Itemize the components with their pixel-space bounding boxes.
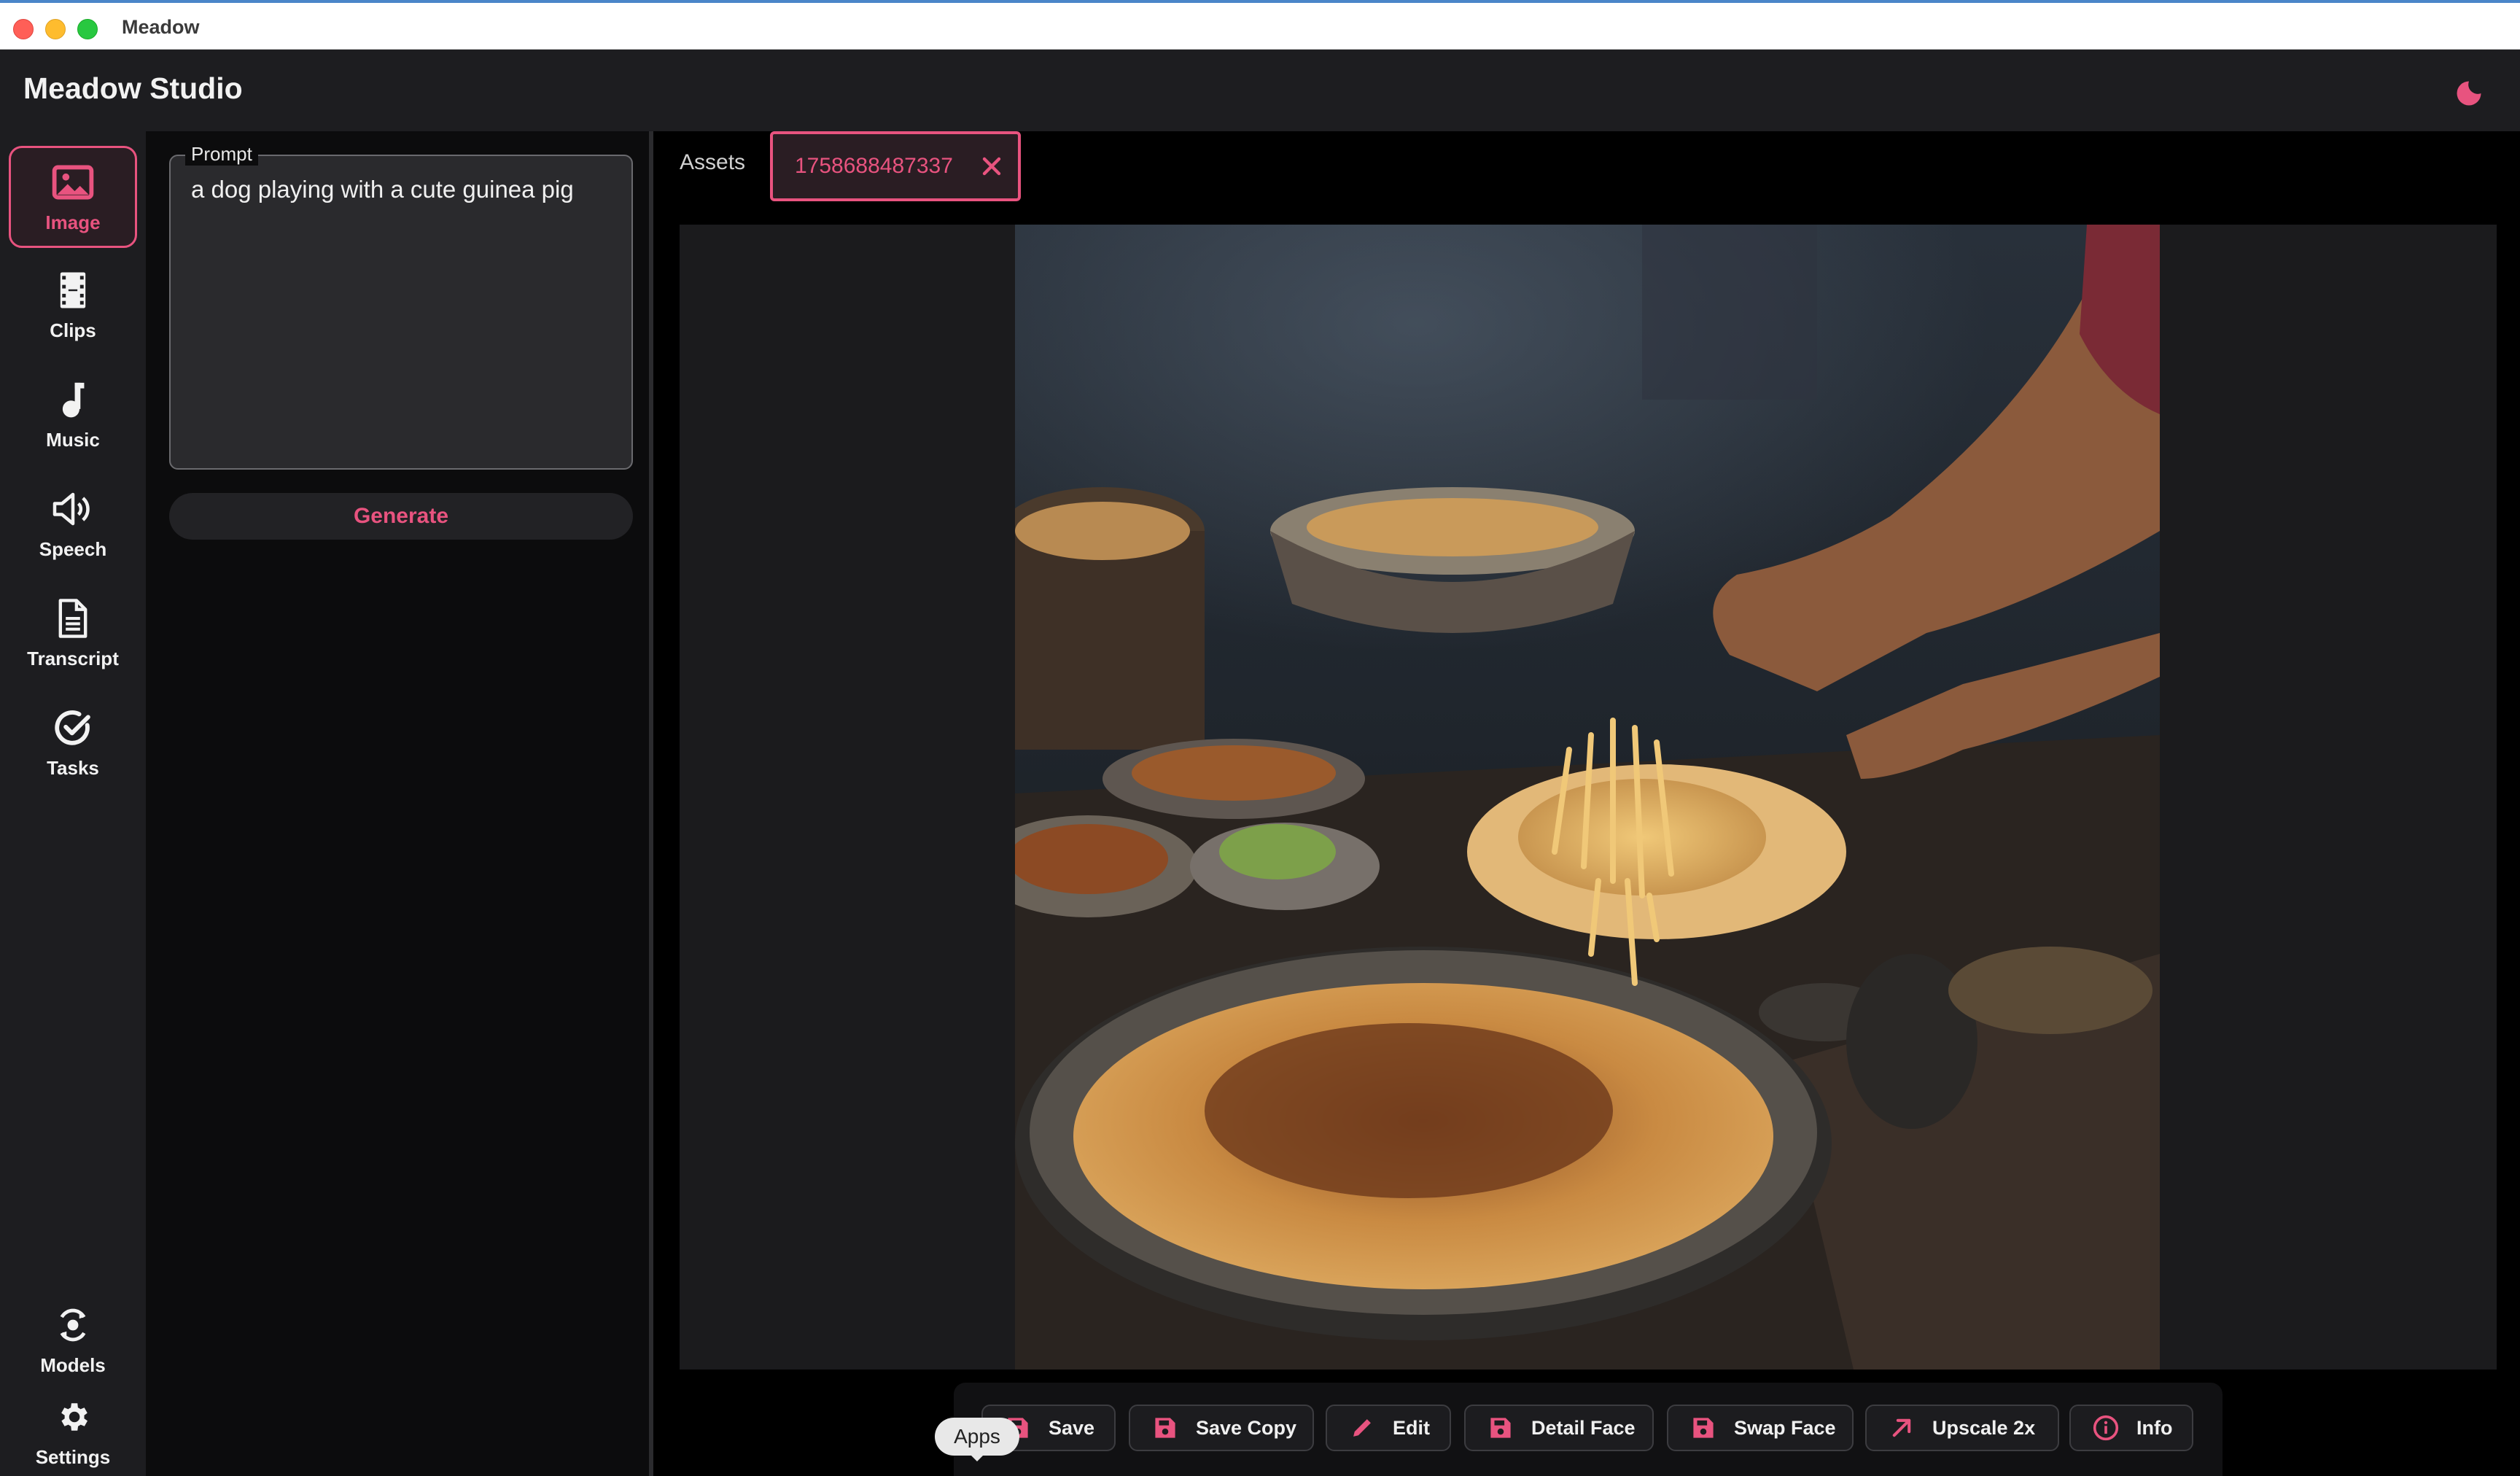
info-icon <box>2091 1413 2120 1442</box>
detail-face-button[interactable]: Detail Face <box>1464 1405 1654 1451</box>
generate-button[interactable]: Generate <box>169 493 633 540</box>
nav-item-label: Speech <box>39 537 107 560</box>
nav-item-label: Music <box>46 428 100 451</box>
music-note-icon <box>51 378 95 422</box>
save-icon <box>1689 1413 1718 1442</box>
nav-item-label: Transcript <box>27 647 119 669</box>
document-icon <box>51 597 95 640</box>
edit-button[interactable]: Edit <box>1326 1405 1451 1451</box>
theme-toggle-moon-icon[interactable] <box>2453 77 2485 109</box>
image-icon <box>51 160 95 204</box>
apps-tooltip: Apps <box>935 1418 1019 1461</box>
tab-assets[interactable]: Assets <box>680 150 745 175</box>
film-icon <box>51 268 95 312</box>
save-copy-button[interactable]: Save Copy <box>1129 1405 1314 1451</box>
tab-active-file[interactable]: 1758688487337 <box>770 131 1021 201</box>
close-window-button[interactable] <box>13 19 34 39</box>
nav-item-settings[interactable]: Settings <box>9 1387 137 1476</box>
window-titlebar: Meadow <box>0 0 2520 50</box>
save-icon <box>1151 1413 1180 1442</box>
swap-face-label: Swap Face <box>1734 1416 1836 1439</box>
nav-item-image[interactable]: Image <box>9 146 137 248</box>
swap-face-button[interactable]: Swap Face <box>1667 1405 1854 1451</box>
nav-item-clips[interactable]: Clips <box>9 254 137 356</box>
prompt-text[interactable]: a dog playing with a cute guinea pig <box>191 172 614 207</box>
window-title: Meadow <box>122 16 200 38</box>
nav-item-music[interactable]: Music <box>9 363 137 465</box>
nav-item-label: Models <box>40 1353 106 1376</box>
save-label: Save <box>1049 1416 1095 1439</box>
close-icon[interactable] <box>977 152 1006 181</box>
nav-item-label: Clips <box>50 319 96 341</box>
gear-icon <box>51 1395 95 1439</box>
detail-face-label: Detail Face <box>1531 1416 1636 1439</box>
minimize-window-button[interactable] <box>45 19 66 39</box>
nav-item-label: Settings <box>35 1445 111 1468</box>
upscale-label: Upscale 2x <box>1932 1416 2036 1439</box>
pencil-icon <box>1348 1413 1377 1442</box>
info-label: Info <box>2136 1416 2173 1439</box>
save-icon <box>1486 1413 1515 1442</box>
app-title: Meadow Studio <box>23 71 243 105</box>
nav-item-label: Tasks <box>47 756 99 779</box>
arrow-up-right-icon <box>1887 1413 1916 1442</box>
speaker-icon <box>51 487 95 531</box>
info-button[interactable]: Info <box>2069 1405 2193 1451</box>
nav-item-label: Image <box>45 211 101 233</box>
nav-item-speech[interactable]: Speech <box>9 473 137 575</box>
nav-item-transcript[interactable]: Transcript <box>9 582 137 684</box>
nav-item-models[interactable]: Models <box>9 1292 137 1387</box>
prompt-label: Prompt <box>185 143 258 166</box>
check-circle-icon <box>51 706 95 750</box>
models-icon <box>51 1303 95 1347</box>
save-copy-label: Save Copy <box>1196 1416 1297 1439</box>
nav-item-tasks[interactable]: Tasks <box>9 691 137 793</box>
app-header: Meadow Studio <box>0 50 2520 131</box>
generated-image[interactable] <box>1015 225 2160 1370</box>
tab-file-name: 1758688487337 <box>795 154 953 178</box>
zoom-window-button[interactable] <box>77 19 98 39</box>
upscale-button[interactable]: Upscale 2x <box>1865 1405 2059 1451</box>
edit-label: Edit <box>1393 1416 1430 1439</box>
